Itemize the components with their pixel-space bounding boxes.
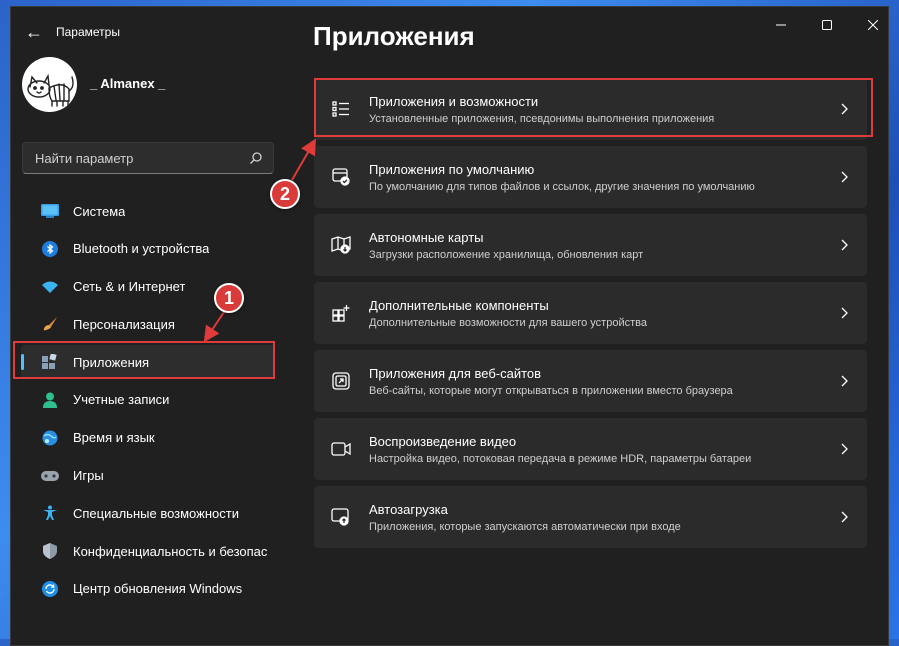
callout-2: 2 <box>270 179 300 209</box>
search-box[interactable] <box>22 142 274 174</box>
avatar[interactable] <box>22 57 77 112</box>
video-playback-icon <box>331 439 351 459</box>
wifi-icon <box>41 278 59 296</box>
apps-list-icon <box>331 99 351 119</box>
default-apps-icon <box>331 167 351 187</box>
card-title: Воспроизведение видео <box>369 433 517 449</box>
card-offline-maps[interactable]: Автономные карты Загрузки расположение х… <box>314 214 867 276</box>
chevron-right-icon <box>837 307 851 319</box>
user-name: _ Almanex _ <box>90 76 166 91</box>
account-icon <box>41 391 59 409</box>
brush-icon <box>41 315 59 333</box>
maximize-icon[interactable] <box>811 15 843 35</box>
sidebar-item-label: Специальные возможности <box>73 505 239 521</box>
card-description: Приложения, которые запускаются автомати… <box>369 520 681 533</box>
offline-maps-icon <box>331 235 351 255</box>
gamepad-icon <box>41 467 59 485</box>
card-description: Установленные приложения, псевдонимы вып… <box>369 112 715 125</box>
card-title: Приложения для веб-сайтов <box>369 365 542 381</box>
chevron-right-icon <box>837 239 851 251</box>
card-description: Веб-сайты, которые могут открываться в п… <box>369 384 733 397</box>
startup-icon <box>331 507 351 527</box>
sidebar-item-time-language[interactable]: Время и язык <box>21 421 275 455</box>
sidebar-item-personalization[interactable]: Персонализация <box>21 307 275 341</box>
settings-card-list: Приложения и возможности Установленные п… <box>314 78 867 554</box>
card-description: Настройка видео, потоковая передача в ре… <box>369 452 752 465</box>
card-title: Дополнительные компоненты <box>369 297 549 313</box>
system-display-icon <box>41 202 59 220</box>
sidebar-item-system[interactable]: Система <box>21 194 275 228</box>
card-default-apps[interactable]: Приложения по умолчанию По умолчанию для… <box>314 146 867 208</box>
chevron-right-icon <box>837 443 851 455</box>
sidebar-item-accessibility[interactable]: Специальные возможности <box>21 496 275 530</box>
sidebar-item-windows-update[interactable]: Центр обновления Windows <box>21 572 275 606</box>
search-icon[interactable] <box>249 151 263 165</box>
sidebar-item-label: Учетные записи <box>73 392 170 408</box>
sidebar-item-bluetooth[interactable]: Bluetooth и устройства <box>21 232 275 266</box>
card-title: Автономные карты <box>369 229 484 245</box>
page-title: Приложения <box>313 21 475 51</box>
shield-icon <box>41 542 59 560</box>
sidebar-item-label: Игры <box>73 468 104 484</box>
chevron-right-icon <box>837 375 851 387</box>
bluetooth-icon <box>41 240 59 258</box>
card-title: Приложения по умолчанию <box>369 161 535 177</box>
sidebar-item-privacy[interactable]: Конфиденциальность и безопас <box>21 534 275 568</box>
card-title: Приложения и возможности <box>369 93 539 109</box>
settings-window: ← Параметры _ Almanex _ Найти параметр С… <box>10 6 889 646</box>
sidebar-item-label: Сеть & и Интернет <box>73 279 186 295</box>
callout-1: 1 <box>214 283 244 313</box>
apps-icon <box>41 353 59 371</box>
sidebar-item-label: Персонализация <box>73 316 175 332</box>
sidebar-nav: Система Bluetooth и устройства Сеть & и … <box>11 194 286 610</box>
sidebar-item-label: Система <box>73 203 126 219</box>
chevron-right-icon <box>837 511 851 523</box>
accessibility-icon <box>41 504 59 522</box>
sidebar-item-label: Приложения <box>73 354 150 370</box>
card-description: Загрузки расположение хранилища, обновле… <box>369 248 644 261</box>
sidebar-item-gaming[interactable]: Игры <box>21 459 275 493</box>
chevron-right-icon <box>837 103 851 115</box>
optional-features-icon <box>331 303 351 323</box>
card-optional-features[interactable]: Дополнительные компоненты Дополнительные… <box>314 282 867 344</box>
card-description: По умолчанию для типов файлов и ссылок, … <box>369 180 755 193</box>
search-input[interactable] <box>33 149 249 167</box>
time-language-icon <box>41 429 59 447</box>
cat-avatar <box>27 73 74 107</box>
back-arrow-icon[interactable]: ← <box>23 23 45 41</box>
sidebar-item-label: Bluetooth и устройства <box>73 241 210 257</box>
app-title: Параметры <box>56 25 120 39</box>
web-apps-icon <box>331 371 351 391</box>
card-description: Дополнительные возможности для вашего ус… <box>369 316 647 329</box>
card-title: Автозагрузка <box>369 501 448 517</box>
sidebar-item-label: Центр обновления Windows <box>73 581 243 597</box>
minimize-icon[interactable] <box>765 15 797 35</box>
chevron-right-icon <box>837 171 851 183</box>
sidebar-item-apps[interactable]: Приложения <box>21 345 275 380</box>
card-video-playback[interactable]: Воспроизведение видео Настройка видео, п… <box>314 418 867 480</box>
sidebar-item-label: Время и язык <box>73 430 155 446</box>
card-startup[interactable]: Автозагрузка Приложения, которые запуска… <box>314 486 867 548</box>
card-web-apps[interactable]: Приложения для веб-сайтов Веб-сайты, кот… <box>314 350 867 412</box>
close-icon[interactable] <box>857 15 889 35</box>
card-apps-features[interactable]: Приложения и возможности Установленные п… <box>314 78 867 140</box>
windows-update-icon <box>41 580 59 598</box>
sidebar-item-label: Конфиденциальность и безопас <box>73 543 268 559</box>
sidebar-item-accounts[interactable]: Учетные записи <box>21 383 275 417</box>
